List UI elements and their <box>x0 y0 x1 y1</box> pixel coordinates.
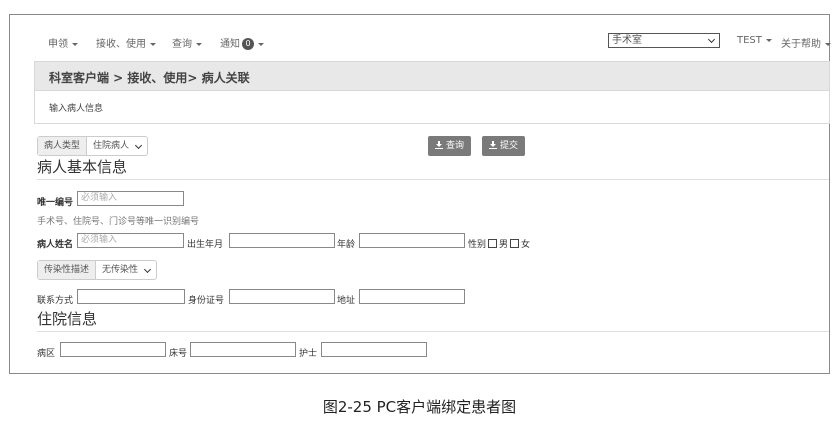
ward-label: 病区 <box>37 349 56 359</box>
nav-query-label: 查询 <box>172 39 192 50</box>
nav-query[interactable]: 查询 <box>172 35 202 50</box>
unique-no-input[interactable]: 必须输入 <box>77 191 184 206</box>
bed-input[interactable] <box>190 342 296 357</box>
gender-label-text: 性别 <box>468 240 487 250</box>
infection-label: 传染性描述 <box>38 261 97 279</box>
gender-male-checkbox[interactable] <box>488 239 498 248</box>
department-select-value: 手术室 <box>612 35 642 46</box>
notification-badge: 0 <box>242 38 254 50</box>
nav-notice-label: 通知 <box>220 39 240 50</box>
nav-receive-use-label: 接收、使用 <box>96 39 146 50</box>
nav-user[interactable]: TEST <box>737 35 772 46</box>
nurse-input[interactable] <box>321 342 427 357</box>
nav-help-label: 关于帮助 <box>781 39 821 50</box>
query-button[interactable]: 查询 <box>428 136 472 156</box>
chevron-down-icon <box>150 42 156 46</box>
submit-button-label: 提交 <box>500 141 519 151</box>
figure-caption: 图2-25 PC客户端绑定患者图 <box>322 398 517 416</box>
app-window: 申领 接收、使用 查询 通知 0 手术室 TEST 关于帮助 科室客户端 > 接收… <box>9 14 831 374</box>
contact-label: 联系方式 <box>37 296 74 306</box>
nav-apply-label: 申领 <box>48 39 68 50</box>
birth-label: 出生年月 <box>187 240 224 250</box>
patient-type-value: 住院病人 <box>87 137 147 155</box>
chevron-down-icon <box>765 38 772 42</box>
query-button-label: 查询 <box>446 141 465 151</box>
chevron-down-icon <box>707 35 716 44</box>
nav-receive-use[interactable]: 接收、使用 <box>96 35 156 50</box>
age-label: 年龄 <box>337 240 356 250</box>
bed-label: 床号 <box>169 349 188 359</box>
id-card-input[interactable] <box>229 289 335 304</box>
chevron-down-icon <box>258 42 264 46</box>
unique-no-label: 唯一编号 <box>37 198 74 208</box>
chevron-down-icon <box>143 265 152 274</box>
info-panel: 输入病人信息 <box>34 91 830 124</box>
department-select[interactable]: 手术室 <box>608 33 720 48</box>
nurse-label: 护士 <box>299 349 318 359</box>
patient-name-label: 病人姓名 <box>37 240 74 250</box>
patient-name-input[interactable]: 必须输入 <box>77 233 184 248</box>
infection-value: 无传染性 <box>96 261 156 279</box>
address-input[interactable] <box>359 289 465 304</box>
breadcrumb: 科室客户端 > 接收、使用> 病人关联 <box>34 61 830 91</box>
ward-input[interactable] <box>60 342 166 357</box>
id-card-label: 身份证号 <box>188 296 225 306</box>
gender-female-checkbox[interactable] <box>510 239 520 248</box>
chevron-down-icon <box>196 42 202 46</box>
contact-input[interactable] <box>77 289 185 304</box>
nav-user-label: TEST <box>737 35 762 46</box>
gender-female-label: 女 <box>521 240 531 250</box>
nav-help[interactable]: 关于帮助 <box>781 35 831 50</box>
hospital-info-title: 住院信息 <box>37 308 829 332</box>
nav-notice[interactable]: 通知 0 <box>220 35 264 50</box>
chevron-down-icon <box>825 42 831 46</box>
chevron-down-icon <box>72 42 78 46</box>
address-label: 地址 <box>337 296 356 306</box>
infection-value-text: 无传染性 <box>102 265 139 275</box>
patient-type-select[interactable]: 病人类型 住院病人 <box>37 136 149 156</box>
nav-apply[interactable]: 申领 <box>48 35 78 50</box>
infection-select[interactable]: 传染性描述 无传染性 <box>37 260 158 280</box>
submit-button[interactable]: 提交 <box>482 136 526 156</box>
download-icon <box>489 141 497 149</box>
gender-male-label: 男 <box>499 240 509 250</box>
chevron-down-icon <box>134 141 143 150</box>
age-input[interactable] <box>359 233 465 248</box>
top-nav: 申领 接收、使用 查询 通知 0 手术室 TEST 关于帮助 <box>10 15 831 59</box>
unique-no-hint: 手术号、住院号、门诊号等唯一识别编号 <box>37 217 200 227</box>
patient-type-label: 病人类型 <box>38 137 88 155</box>
birth-input[interactable] <box>229 233 335 248</box>
basic-info-title: 病人基本信息 <box>37 156 829 180</box>
gender-label: 性别 男 女 <box>468 237 530 250</box>
patient-type-value-text: 住院病人 <box>93 141 130 151</box>
download-icon <box>435 141 443 149</box>
